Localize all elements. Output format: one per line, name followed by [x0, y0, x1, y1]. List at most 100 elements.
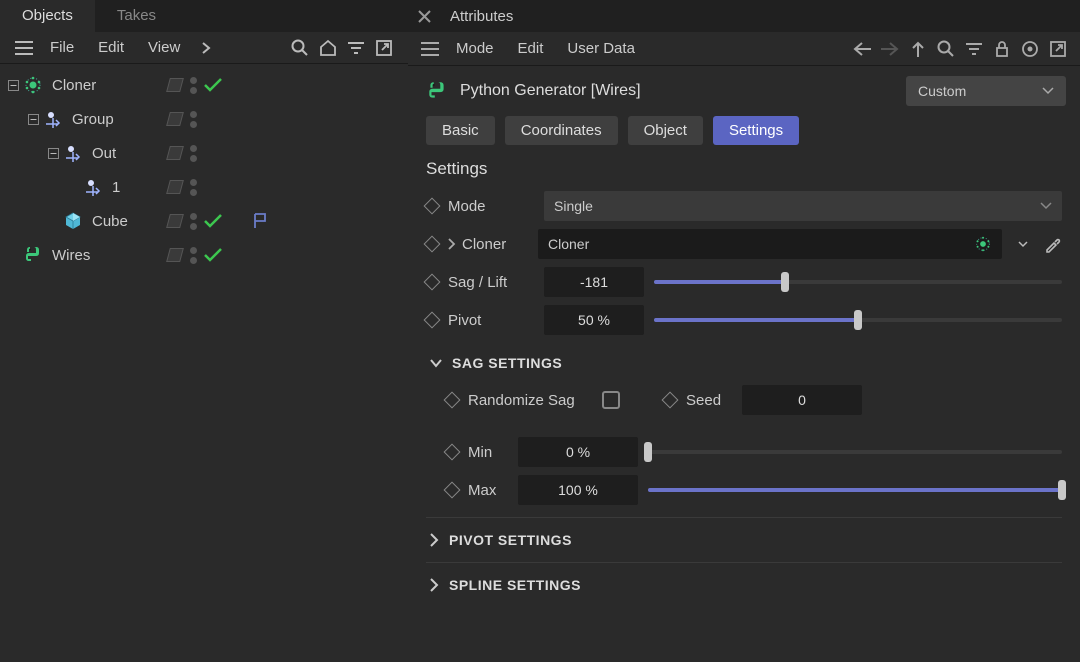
attr-label: Pivot: [448, 312, 534, 329]
layer-slot[interactable]: [166, 180, 184, 194]
home-icon[interactable]: [314, 32, 342, 64]
keyframe-diamond-icon[interactable]: [444, 444, 461, 461]
popout-icon[interactable]: [370, 32, 398, 64]
group-label: SPLINE SETTINGS: [449, 577, 581, 593]
tree-row-group[interactable]: Group: [0, 102, 408, 136]
attributes-panel: Attributes Mode Edit User Data Python Ge…: [408, 0, 1080, 662]
menu-view[interactable]: View: [136, 32, 192, 64]
attr-label: Cloner: [462, 236, 528, 253]
expand-minus-icon[interactable]: [6, 78, 20, 92]
layer-slot[interactable]: [166, 248, 184, 262]
check-icon[interactable]: [203, 77, 223, 93]
attributes-menubar: Mode Edit User Data: [408, 32, 1080, 66]
attr-mode: Mode Single: [408, 187, 1080, 225]
attr-label: Sag / Lift: [448, 274, 534, 291]
forward-icon[interactable]: [876, 33, 904, 65]
pivot-value[interactable]: 50 %: [544, 305, 644, 335]
menu-userdata[interactable]: User Data: [555, 32, 647, 66]
chevron-right-icon[interactable]: [192, 32, 220, 64]
lock-icon[interactable]: [988, 33, 1016, 65]
panel-title: Attributes: [450, 8, 513, 25]
tree-row-out[interactable]: Out: [0, 136, 408, 170]
keyframe-diamond-icon[interactable]: [662, 392, 679, 409]
attr-label: Mode: [448, 198, 534, 215]
expand-minus-icon[interactable]: [26, 112, 40, 126]
group-pivot-settings[interactable]: PIVOT SETTINGS: [408, 518, 1080, 562]
keyframe-diamond-icon[interactable]: [424, 274, 441, 291]
group-label: PIVOT SETTINGS: [449, 532, 572, 548]
expand-minus-icon[interactable]: [46, 146, 60, 160]
cube-icon: [62, 210, 84, 232]
menu-edit[interactable]: Edit: [86, 32, 136, 64]
object-header: Python Generator [Wires] Custom: [408, 66, 1080, 116]
keyframe-diamond-icon[interactable]: [424, 198, 441, 215]
hamburger-icon[interactable]: [416, 33, 444, 65]
keyframe-diamond-icon[interactable]: [444, 392, 461, 409]
chevron-down-icon[interactable]: [1018, 241, 1028, 248]
layer-slot[interactable]: [166, 214, 184, 228]
tree-row-1[interactable]: 1: [0, 170, 408, 204]
sag-value[interactable]: -181: [544, 267, 644, 297]
pivot-slider[interactable]: [654, 305, 1062, 335]
tree-label: Out: [92, 145, 408, 162]
tab-settings[interactable]: Settings: [713, 116, 799, 145]
randomize-checkbox[interactable]: [602, 391, 620, 409]
min-value[interactable]: 0 %: [518, 437, 638, 467]
menu-file[interactable]: File: [38, 32, 86, 64]
tab-basic[interactable]: Basic: [426, 116, 495, 145]
filter-icon[interactable]: [342, 32, 370, 64]
layer-slot[interactable]: [166, 112, 184, 126]
search-icon[interactable]: [932, 33, 960, 65]
tree-row-cube[interactable]: Cube: [0, 204, 408, 238]
target-icon[interactable]: [1016, 33, 1044, 65]
keyframe-diamond-icon[interactable]: [444, 482, 461, 499]
attr-label: Seed: [686, 392, 732, 409]
object-tree: Cloner Group: [0, 64, 408, 276]
tab-coordinates[interactable]: Coordinates: [505, 116, 618, 145]
cloner-link-field[interactable]: Cloner: [538, 229, 1002, 259]
tree-label: Group: [72, 111, 408, 128]
back-icon[interactable]: [848, 33, 876, 65]
null-icon: [62, 142, 84, 164]
tree-label: Cloner: [52, 77, 408, 94]
object-title: Python Generator [Wires]: [460, 82, 894, 100]
filter-icon[interactable]: [960, 33, 988, 65]
search-icon[interactable]: [286, 32, 314, 64]
hamburger-icon[interactable]: [10, 32, 38, 64]
keyframe-diamond-icon[interactable]: [424, 312, 441, 329]
popout-icon[interactable]: [1044, 33, 1072, 65]
tree-row-cloner[interactable]: Cloner: [0, 68, 408, 102]
check-icon[interactable]: [203, 213, 223, 229]
tree-row-wires[interactable]: Wires: [0, 238, 408, 272]
sag-slider[interactable]: [654, 267, 1062, 297]
tab-objects[interactable]: Objects: [0, 0, 95, 32]
group-spline-settings[interactable]: SPLINE SETTINGS: [408, 563, 1080, 607]
preset-dropdown[interactable]: Custom: [906, 76, 1066, 106]
attr-label: Max: [468, 482, 508, 499]
menu-edit[interactable]: Edit: [506, 32, 556, 66]
check-icon[interactable]: [203, 247, 223, 263]
group-sag-settings[interactable]: SAG SETTINGS: [408, 339, 1080, 381]
up-icon[interactable]: [904, 33, 932, 65]
layer-slot[interactable]: [166, 78, 184, 92]
max-slider[interactable]: [648, 475, 1062, 505]
chevron-right-icon: [430, 578, 439, 592]
tab-takes[interactable]: Takes: [95, 0, 178, 32]
tab-object[interactable]: Object: [628, 116, 703, 145]
keyframe-diamond-icon[interactable]: [424, 236, 441, 253]
mode-dropdown[interactable]: Single: [544, 191, 1062, 221]
seed-value[interactable]: 0: [742, 385, 862, 415]
group-label: SAG SETTINGS: [452, 355, 562, 371]
chevron-right-icon[interactable]: [448, 238, 456, 250]
null-icon: [42, 108, 64, 130]
max-value[interactable]: 100 %: [518, 475, 638, 505]
flag-icon[interactable]: [253, 213, 269, 229]
attr-max: Max 100 %: [408, 471, 1080, 509]
close-icon[interactable]: [418, 10, 436, 23]
min-slider[interactable]: [648, 437, 1062, 467]
cloner-icon: [974, 235, 992, 253]
layer-slot[interactable]: [166, 146, 184, 160]
eyedropper-icon[interactable]: [1044, 235, 1062, 253]
menu-mode[interactable]: Mode: [444, 32, 506, 66]
attributes-header: Attributes: [408, 0, 1080, 32]
